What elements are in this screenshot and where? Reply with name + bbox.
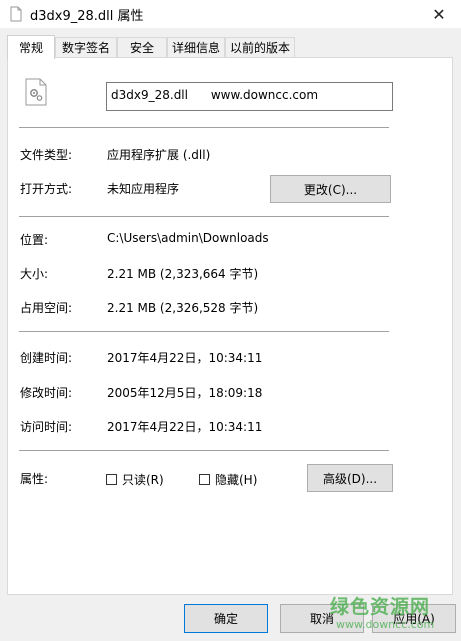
close-icon: ✕: [432, 4, 446, 24]
hidden-label: 隐藏(H): [215, 473, 258, 487]
open-with-label: 打开方式:: [20, 182, 73, 196]
tab-security[interactable]: 安全: [117, 37, 167, 57]
modified-value: 2005年12月5日，18:09:18: [107, 386, 263, 400]
general-panel: [7, 57, 453, 595]
open-with-value: 未知应用程序: [107, 182, 180, 196]
watermark-url: www.downcc.com: [336, 618, 435, 631]
size-value: 2.21 MB (2,323,664 字节): [107, 267, 259, 281]
change-button[interactable]: 更改(C)...: [270, 175, 391, 203]
disk-size-value: 2.21 MB (2,326,528 字节): [107, 301, 259, 315]
modified-label: 修改时间:: [20, 386, 73, 400]
tab-previous-versions[interactable]: 以前的版本: [225, 37, 295, 57]
divider: [19, 331, 389, 332]
dll-file-icon: [25, 78, 47, 106]
created-value: 2017年4月22日，10:34:11: [107, 351, 263, 365]
file-type-label: 文件类型:: [20, 148, 73, 162]
created-label: 创建时间:: [20, 351, 73, 365]
checkbox-box[interactable]: [199, 474, 210, 485]
tab-digital-signatures[interactable]: 数字签名: [55, 37, 117, 57]
attributes-label: 属性:: [20, 472, 49, 486]
disk-size-label: 占用空间:: [20, 301, 73, 315]
divider: [19, 450, 389, 451]
ok-button[interactable]: 确定: [184, 604, 268, 633]
tab-details[interactable]: 详细信息: [167, 37, 225, 57]
location-label: 位置:: [20, 233, 49, 247]
file-type-value: 应用程序扩展 (.dll): [107, 148, 211, 162]
tab-general[interactable]: 常规: [7, 35, 55, 59]
accessed-label: 访问时间:: [20, 420, 73, 434]
divider: [19, 216, 389, 217]
readonly-checkbox[interactable]: 只读(R): [106, 471, 164, 488]
readonly-label: 只读(R): [122, 473, 164, 487]
divider: [19, 127, 389, 128]
checkbox-box[interactable]: [106, 474, 117, 485]
accessed-value: 2017年4月22日，10:34:11: [107, 420, 263, 434]
file-icon: [10, 6, 22, 22]
watermark-logo: 绿色资源网: [330, 596, 431, 618]
title-bar: d3dx9_28.dll 属性 ✕: [0, 0, 461, 28]
close-button[interactable]: ✕: [417, 0, 461, 28]
file-name-field[interactable]: d3dx9_28.dll www.downcc.com: [106, 82, 393, 111]
location-value: C:\Users\admin\Downloads: [107, 231, 269, 245]
size-label: 大小:: [20, 267, 49, 281]
hidden-checkbox[interactable]: 隐藏(H): [199, 471, 257, 488]
advanced-button[interactable]: 高级(D)...: [307, 464, 393, 492]
window-title: d3dx9_28.dll 属性: [30, 9, 144, 24]
